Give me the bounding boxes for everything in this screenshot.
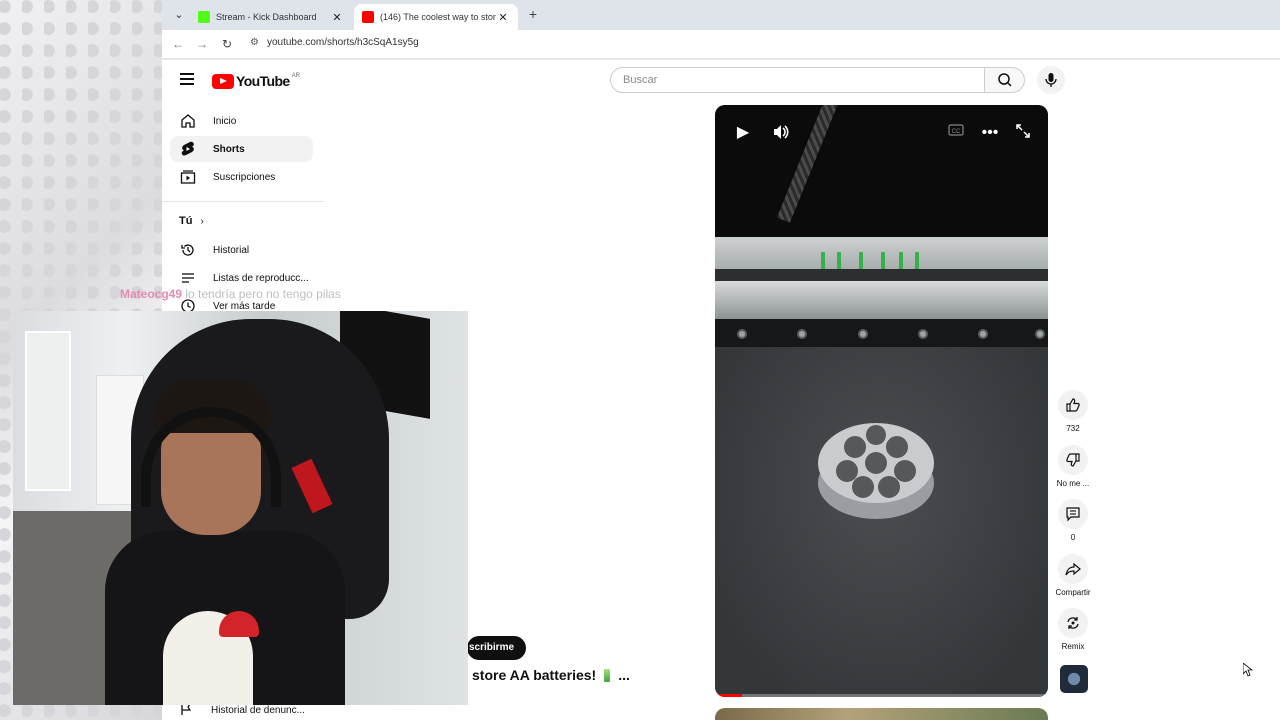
svg-text:CC: CC — [952, 129, 961, 135]
browser-tab-bar: ⌄ Stream - Kick Dashboard ✕ (146) The co… — [162, 0, 1280, 30]
subscribe-button[interactable]: scribirme — [467, 636, 527, 660]
shorts-icon — [179, 140, 197, 158]
shorts-video-player[interactable]: ▶ CC ••• — [715, 105, 1048, 697]
tab-close-icon[interactable]: ✕ — [496, 11, 510, 24]
sidebar-item-label: Listas de reproducc... — [213, 272, 309, 284]
subscriptions-icon — [179, 168, 197, 186]
sidebar-item-label: Historial de denunc... — [211, 705, 305, 716]
tab-kick-dashboard[interactable]: Stream - Kick Dashboard ✕ — [190, 4, 352, 30]
youtube-play-logo-icon — [212, 73, 234, 89]
short-title[interactable]: store AA batteries! ... — [472, 667, 630, 683]
sidebar-item-label: Ver más tarde — [213, 300, 276, 312]
comment-icon — [1066, 507, 1080, 522]
microphone-icon — [1045, 73, 1057, 87]
video-rail — [715, 269, 1048, 281]
youtube-favicon-icon — [362, 11, 374, 23]
video-bolt — [737, 329, 747, 339]
like-button[interactable]: 732 — [1052, 390, 1094, 433]
battery-emoji-icon — [604, 668, 611, 682]
url-field[interactable]: ⚙ youtube.com/shorts/h3cSqA1sy5g — [250, 37, 419, 48]
dislike-icon — [1066, 453, 1080, 467]
video-progress-bar[interactable] — [715, 694, 1048, 697]
dislike-button[interactable]: No me ... — [1052, 445, 1094, 488]
share-button[interactable]: Compartir — [1052, 554, 1094, 597]
fullscreen-icon[interactable] — [1013, 123, 1033, 145]
voice-search-button[interactable] — [1037, 66, 1065, 94]
sidebar-item-label: Suscripciones — [213, 171, 276, 183]
play-icon[interactable]: ▶ — [733, 123, 753, 143]
webcam-overlay — [13, 311, 468, 705]
remix-icon — [1067, 617, 1079, 629]
comment-count: 0 — [1070, 533, 1076, 542]
you-header-label: Tú — [179, 215, 193, 227]
kick-favicon-icon — [198, 11, 210, 23]
sidebar-item-label: Inicio — [213, 115, 237, 127]
playlist-icon — [179, 269, 197, 287]
volume-icon[interactable] — [771, 123, 791, 147]
video-bolt — [858, 329, 868, 339]
tab-close-icon[interactable]: ✕ — [330, 11, 344, 24]
url-text: youtube.com/shorts/h3cSqA1sy5g — [266, 37, 419, 48]
captions-icon[interactable]: CC — [946, 123, 966, 145]
tab-search-chevron-icon[interactable]: ⌄ — [170, 6, 188, 24]
menu-icon[interactable] — [180, 73, 194, 85]
sidebar-item-shorts[interactable]: Shorts — [170, 136, 313, 162]
youtube-logo[interactable]: YouTube AR — [212, 73, 300, 89]
more-options-icon[interactable]: ••• — [980, 123, 1000, 143]
sidebar-item-label: Shorts — [213, 143, 245, 155]
share-icon — [1065, 562, 1081, 576]
tab-title: (146) The coolest way to store AA — [380, 12, 496, 22]
video-bolt — [1035, 329, 1045, 339]
sidebar-divider — [162, 201, 324, 202]
like-icon — [1066, 398, 1080, 412]
video-rail — [715, 319, 1048, 347]
remix-button[interactable]: Remix — [1052, 608, 1094, 651]
sidebar-item-label: Historial — [213, 244, 250, 256]
sidebar-item-home[interactable]: Inicio — [170, 108, 313, 134]
video-progress-fill — [715, 694, 742, 697]
next-short-preview[interactable] — [715, 708, 1048, 720]
share-label: Compartir — [1055, 588, 1091, 597]
home-icon — [179, 112, 197, 130]
comments-button[interactable]: 0 — [1052, 499, 1094, 542]
audio-source-thumbnail[interactable] — [1060, 665, 1088, 693]
video-bolt — [978, 329, 988, 339]
remix-label: Remix — [1061, 642, 1085, 651]
sidebar-you-header[interactable]: Tú › — [179, 215, 204, 227]
stream-chat-message: Mateocg49 lo tendría pero no tengo pilas — [120, 287, 341, 301]
search-input[interactable]: Buscar — [610, 67, 985, 93]
forward-arrow-icon[interactable]: → — [194, 36, 210, 52]
mouse-cursor-icon — [1243, 663, 1253, 677]
chat-username: Mateocg49 — [120, 287, 183, 301]
tab-title: Stream - Kick Dashboard — [216, 12, 317, 22]
like-count: 732 — [1066, 424, 1080, 433]
video-bolt — [797, 329, 807, 339]
tab-youtube-short[interactable]: (146) The coolest way to store AA ✕ — [354, 4, 518, 30]
history-icon — [179, 241, 197, 259]
dislike-label: No me ... — [1056, 479, 1090, 488]
webcam-shelf — [25, 331, 71, 491]
new-tab-icon[interactable]: + — [524, 6, 542, 24]
address-bar: ← → ↻ ⚙ youtube.com/shorts/h3cSqA1sy5g — [162, 30, 1280, 59]
sidebar-item-subscriptions[interactable]: Suscripciones — [170, 164, 313, 190]
short-title-ellipsis: ... — [618, 667, 630, 683]
site-info-icon[interactable]: ⚙ — [250, 37, 259, 48]
reload-icon[interactable]: ↻ — [219, 36, 235, 52]
search-icon — [998, 73, 1012, 87]
chat-text: lo tendría pero no tengo pilas — [185, 287, 341, 301]
video-rail — [715, 281, 1048, 319]
chevron-right-icon: › — [200, 215, 204, 227]
battery-holder-print — [818, 423, 934, 519]
short-title-text: store AA batteries! — [472, 667, 597, 683]
sidebar-item-history[interactable]: Historial — [170, 237, 313, 263]
search-button[interactable] — [985, 67, 1025, 93]
logo-text: YouTube — [236, 73, 290, 89]
country-code: AR — [291, 73, 300, 79]
video-bolt — [918, 329, 928, 339]
back-arrow-icon[interactable]: ← — [170, 36, 186, 52]
